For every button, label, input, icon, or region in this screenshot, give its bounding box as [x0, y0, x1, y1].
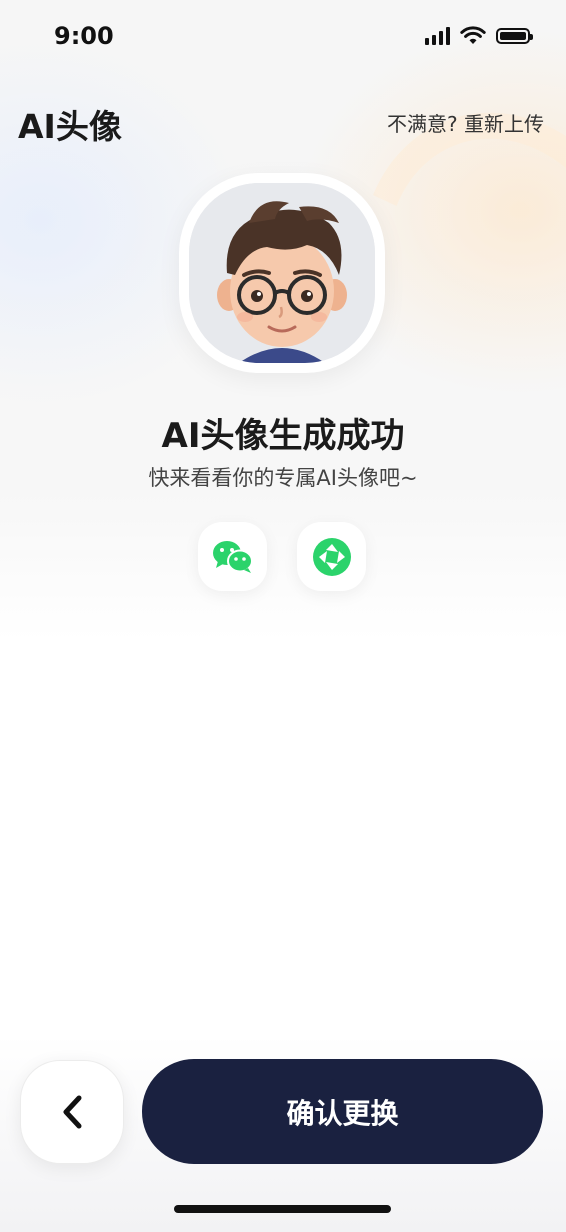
confirm-change-button[interactable]: 确认更换: [142, 1059, 543, 1164]
avatar-frame: [179, 173, 385, 373]
share-wechat-button[interactable]: [198, 522, 267, 591]
success-title: AI头像生成成功: [161, 416, 405, 456]
moments-icon: [312, 537, 351, 576]
status-icons: [425, 26, 533, 46]
wifi-icon: [460, 26, 486, 44]
status-time: 9:00: [54, 22, 114, 50]
avatar-image: [189, 183, 375, 363]
share-row: [198, 522, 366, 591]
share-moments-button[interactable]: [297, 522, 366, 591]
battery-level: [500, 32, 526, 40]
status-bar: 9:00: [0, 0, 566, 76]
chevron-left-icon: [63, 1095, 82, 1129]
avatar-icon: [189, 183, 375, 363]
reupload-link[interactable]: 不满意? 重新上传: [387, 108, 544, 137]
back-button[interactable]: [20, 1060, 124, 1164]
page-title: AI头像: [18, 107, 122, 146]
home-indicator: [174, 1205, 391, 1213]
wechat-icon: [212, 540, 253, 573]
screen: 9:00 AI头像 不满意? 重新上传 AI头像生成成功 快来看看你的专属AI头…: [0, 0, 566, 1232]
battery-icon: [496, 28, 533, 44]
cellular-signal-icon: [425, 27, 450, 45]
success-subtitle: 快来看看你的专属AI头像吧~: [148, 466, 418, 490]
